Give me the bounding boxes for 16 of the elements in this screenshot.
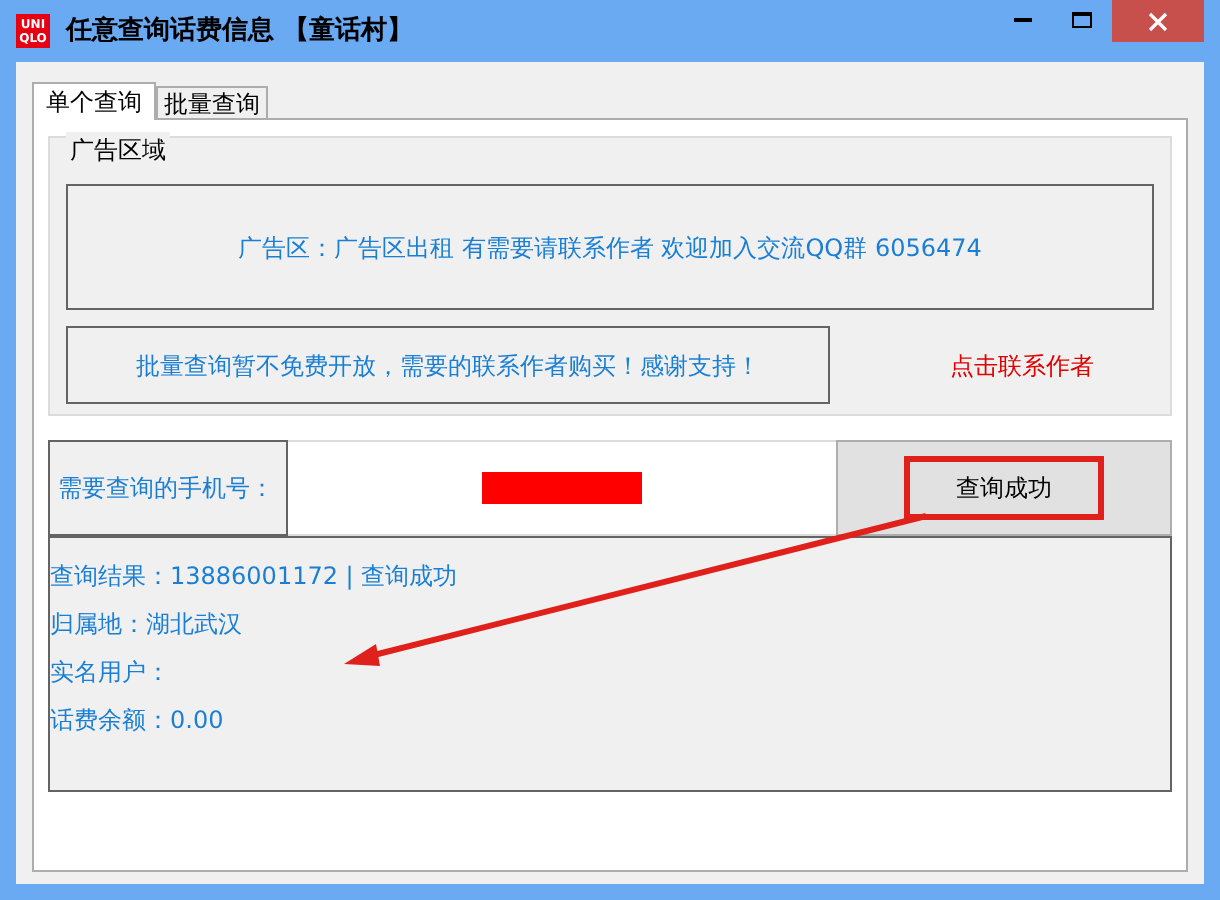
tab[interactable]: 单个查询 bbox=[32, 82, 156, 120]
result-line: 查询结果：13886001172 | 查询成功 bbox=[50, 560, 460, 592]
ad-banner: 广告区：广告区出租 有需要请联系作者 欢迎加入交流QQ群 6056474 bbox=[66, 184, 1154, 310]
window-title: 任意查询话费信息 【童话村】 bbox=[66, 13, 414, 50]
tab[interactable]: 批量查询 bbox=[156, 86, 268, 118]
result-line: 话费余额：0.00 bbox=[50, 704, 226, 736]
contact-author-link[interactable]: 点击联系作者 bbox=[950, 347, 1094, 383]
result-line: 归属地：湖北武汉 bbox=[50, 608, 244, 640]
phone-label: 需要查询的手机号： bbox=[48, 440, 288, 536]
group-title: 广告区域 bbox=[66, 132, 170, 168]
close-icon bbox=[1148, 11, 1168, 31]
result-line: 实名用户： bbox=[50, 656, 172, 688]
query-button[interactable]: 查询成功 bbox=[836, 440, 1172, 536]
close-button[interactable] bbox=[1112, 0, 1204, 42]
phone-input-field[interactable] bbox=[288, 440, 836, 536]
notice-banner: 批量查询暂不免费开放，需要的联系作者购买！感谢支持！ bbox=[66, 326, 830, 404]
